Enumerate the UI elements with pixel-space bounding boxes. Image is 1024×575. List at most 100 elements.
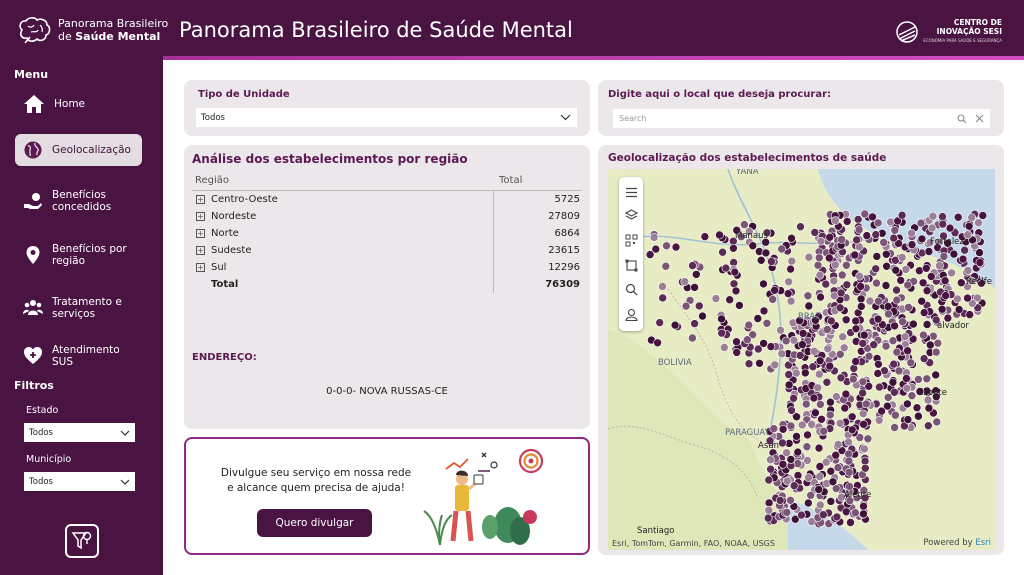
facility-marker[interactable] xyxy=(960,245,969,255)
facility-marker[interactable] xyxy=(784,380,794,390)
facility-marker[interactable] xyxy=(888,336,898,345)
facility-marker[interactable] xyxy=(954,305,964,314)
layers-icon[interactable] xyxy=(624,209,638,222)
clear-filters-button[interactable] xyxy=(65,524,99,558)
facility-marker[interactable] xyxy=(978,211,988,220)
facility-marker[interactable] xyxy=(914,375,923,384)
facility-marker[interactable] xyxy=(695,301,704,311)
facility-marker[interactable] xyxy=(766,455,775,465)
facility-marker[interactable] xyxy=(907,391,917,400)
facility-marker[interactable] xyxy=(836,350,845,359)
facility-marker[interactable] xyxy=(875,382,884,392)
facility-marker[interactable] xyxy=(949,249,959,259)
facility-marker[interactable] xyxy=(661,261,671,271)
select-area-icon[interactable] xyxy=(625,259,638,272)
facility-marker[interactable] xyxy=(690,283,699,292)
facility-marker[interactable] xyxy=(844,467,854,477)
facility-marker[interactable] xyxy=(963,293,972,303)
facility-marker[interactable] xyxy=(890,225,900,235)
facility-marker[interactable] xyxy=(849,374,858,384)
facility-marker[interactable] xyxy=(975,248,984,257)
facility-marker[interactable] xyxy=(804,301,814,311)
facility-marker[interactable] xyxy=(926,272,936,281)
facility-marker[interactable] xyxy=(850,250,860,260)
facility-marker[interactable] xyxy=(720,343,729,352)
facility-marker[interactable] xyxy=(838,332,847,341)
facility-marker[interactable] xyxy=(729,244,738,253)
app-logo[interactable]: Panorama Brasileiro de Saúde Mental xyxy=(16,16,168,44)
facility-marker[interactable] xyxy=(763,513,773,523)
facility-marker[interactable] xyxy=(680,277,690,286)
facility-marker[interactable] xyxy=(896,276,906,285)
facility-marker[interactable] xyxy=(759,306,769,316)
facility-marker[interactable] xyxy=(732,337,741,346)
locate-person-icon[interactable] xyxy=(624,308,638,322)
facility-marker[interactable] xyxy=(891,410,900,420)
facility-marker[interactable] xyxy=(864,351,874,361)
facility-marker[interactable] xyxy=(655,318,665,327)
facility-marker[interactable] xyxy=(879,238,889,247)
facility-marker[interactable] xyxy=(872,278,881,288)
facility-marker[interactable] xyxy=(649,233,659,242)
facility-marker[interactable] xyxy=(935,261,944,270)
quero-divulgar-button[interactable]: Quero divulgar xyxy=(257,509,372,537)
facility-marker[interactable] xyxy=(786,296,796,306)
facility-marker[interactable] xyxy=(933,338,943,348)
facility-marker[interactable] xyxy=(847,412,857,422)
facility-marker[interactable] xyxy=(804,252,814,262)
facility-marker[interactable] xyxy=(903,346,912,355)
close-icon[interactable] xyxy=(975,114,984,123)
facility-marker[interactable] xyxy=(853,215,863,224)
facility-marker[interactable] xyxy=(717,328,726,338)
facility-marker[interactable] xyxy=(832,512,842,522)
facility-marker[interactable] xyxy=(801,368,810,378)
facility-marker[interactable] xyxy=(822,378,832,387)
facility-marker[interactable] xyxy=(847,425,857,435)
facility-marker[interactable] xyxy=(938,219,948,229)
facility-marker[interactable] xyxy=(881,250,891,259)
facility-marker[interactable] xyxy=(688,261,697,270)
facility-marker[interactable] xyxy=(921,264,931,273)
facility-marker[interactable] xyxy=(975,258,985,267)
facility-marker[interactable] xyxy=(841,315,851,325)
facility-marker[interactable] xyxy=(815,472,824,481)
facility-marker[interactable] xyxy=(816,292,825,302)
facility-marker[interactable] xyxy=(898,317,907,327)
facility-marker[interactable] xyxy=(717,314,726,324)
facility-marker[interactable] xyxy=(711,294,721,303)
facility-marker[interactable] xyxy=(859,420,868,429)
facility-marker[interactable] xyxy=(912,403,922,412)
facility-marker[interactable] xyxy=(792,432,801,441)
facility-marker[interactable] xyxy=(836,373,846,383)
facility-marker[interactable] xyxy=(860,444,869,454)
col-header-region[interactable]: Região xyxy=(192,175,492,186)
facility-marker[interactable] xyxy=(856,294,866,304)
facility-marker[interactable] xyxy=(814,485,823,494)
facility-marker[interactable] xyxy=(938,212,947,221)
facility-marker[interactable] xyxy=(837,270,847,280)
facility-marker[interactable] xyxy=(795,351,805,360)
facility-marker[interactable] xyxy=(740,220,749,229)
facility-marker[interactable] xyxy=(743,335,752,344)
facility-marker[interactable] xyxy=(863,434,873,444)
facility-marker[interactable] xyxy=(907,240,917,249)
facility-marker[interactable] xyxy=(831,450,840,460)
facility-marker[interactable] xyxy=(823,325,832,334)
facility-marker[interactable] xyxy=(858,377,868,387)
facility-marker[interactable] xyxy=(855,271,864,281)
nav-item-beneficios-regiao[interactable]: Benefícios por região xyxy=(15,240,142,270)
facility-marker[interactable] xyxy=(789,393,798,403)
facility-marker[interactable] xyxy=(931,347,941,357)
facility-marker[interactable] xyxy=(775,496,785,505)
facility-marker[interactable] xyxy=(798,420,807,430)
facility-marker[interactable] xyxy=(871,230,881,239)
facility-marker[interactable] xyxy=(859,501,868,511)
facility-marker[interactable] xyxy=(842,280,852,290)
facility-marker[interactable] xyxy=(670,320,680,330)
nav-item-beneficios-concedidos[interactable]: Benefícios concedidos xyxy=(15,186,142,216)
facility-marker[interactable] xyxy=(892,347,902,357)
facility-marker[interactable] xyxy=(768,295,777,304)
facility-marker[interactable] xyxy=(658,282,667,291)
facility-marker[interactable] xyxy=(826,466,836,476)
facility-marker[interactable] xyxy=(815,462,825,471)
